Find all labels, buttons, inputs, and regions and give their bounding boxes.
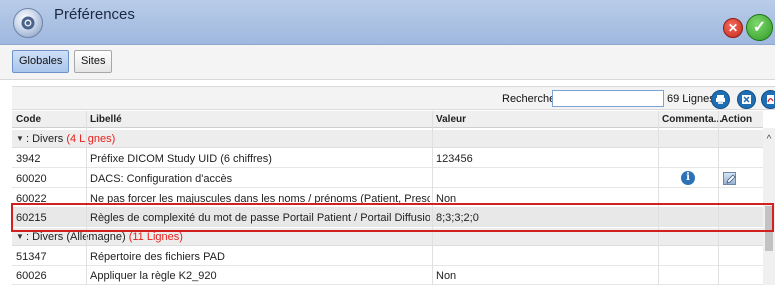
column-code[interactable]: Code — [16, 114, 41, 125]
column-divider — [86, 111, 87, 285]
group-label: : Divers — [26, 133, 64, 145]
tab-bar: Globales Sites — [0, 45, 775, 80]
cell-libelle: Préfixe DICOM Study UID (6 chiffres) — [90, 153, 272, 165]
group-count: (4 Lignes) — [66, 133, 116, 145]
validate-button[interactable]: ✓ — [746, 14, 773, 41]
cell-libelle: DACS: Configuration d'accès — [90, 173, 233, 185]
cell-code: 3942 — [16, 153, 41, 165]
cell-code: 51347 — [16, 251, 47, 263]
collapse-arrow-icon[interactable]: ▼ — [16, 134, 24, 143]
pdf-export-icon[interactable] — [761, 90, 775, 109]
cell-code: 60020 — [16, 173, 47, 185]
tab-sites[interactable]: Sites — [74, 50, 113, 73]
column-commentaire[interactable]: Commenta... — [662, 114, 722, 125]
table-row[interactable]: 60020 DACS: Configuration d'accès i — [12, 169, 763, 188]
excel-export-icon[interactable] — [737, 90, 756, 109]
tab-globales[interactable]: Globales — [12, 50, 70, 73]
cell-code: 60026 — [16, 270, 47, 282]
search-label: Recherche: — [502, 93, 559, 105]
cell-libelle: Répertoire des fichiers PAD — [90, 251, 225, 263]
group-label: : Divers (Allemagne) — [26, 231, 126, 243]
window-title: Préférences — [54, 6, 135, 23]
info-icon[interactable]: i — [681, 171, 695, 185]
print-icon[interactable] — [711, 90, 730, 109]
grid-toolbar: Recherche: 69 Lignes — [12, 86, 775, 110]
row-count: 69 Lignes — [667, 93, 715, 105]
title-bar: Préférences ✕ ✓ — [0, 0, 775, 45]
collapse-arrow-icon[interactable]: ▼ — [16, 232, 24, 241]
group-header-divers[interactable]: ▼ : Divers (4 Lignes) — [12, 130, 763, 148]
close-icon: ✕ — [727, 21, 739, 35]
preferences-grid: Code Libellé Valeur Commenta... Action ▼… — [12, 111, 763, 285]
preferences-gear-icon — [13, 8, 43, 38]
column-action[interactable]: Action — [721, 114, 752, 125]
row-highlight-box — [11, 203, 774, 232]
group-count: (11 Lignes) — [128, 231, 183, 243]
edit-icon[interactable] — [723, 172, 736, 185]
cell-valeur: 123456 — [436, 153, 473, 165]
search-input[interactable] — [552, 90, 664, 107]
chevron-up-icon[interactable]: ^ — [763, 134, 775, 145]
column-valeur[interactable]: Valeur — [436, 114, 466, 125]
check-icon: ✓ — [752, 19, 767, 36]
table-row[interactable]: 51347 Répertoire des fichiers PAD — [12, 247, 763, 266]
table-row[interactable]: 3942 Préfixe DICOM Study UID (6 chiffres… — [12, 149, 763, 168]
column-divider — [432, 111, 433, 285]
column-divider — [718, 111, 719, 285]
close-button[interactable]: ✕ — [723, 18, 743, 38]
cell-libelle: Appliquer la règle K2_920 — [90, 270, 217, 282]
table-row[interactable]: 60026 Appliquer la règle K2_920 Non — [12, 266, 763, 285]
column-libelle[interactable]: Libellé — [90, 114, 122, 125]
grid-header: Code Libellé Valeur Commenta... Action — [12, 111, 763, 128]
column-divider — [658, 111, 659, 285]
cell-valeur: Non — [436, 270, 457, 282]
